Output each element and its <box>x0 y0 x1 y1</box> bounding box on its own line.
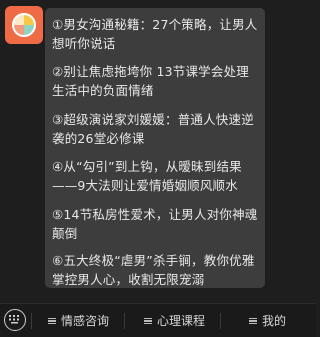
menu-item-1[interactable]: ①男女沟通秘籍：27个策略，让男人想听你说话 <box>52 15 260 53</box>
divider <box>124 313 125 329</box>
tab-label: 我的 <box>262 314 287 328</box>
menu-item-6[interactable]: ⑥五大终极“虐男”杀手锏，教你优雅掌控男人心，收割无限宠溺 <box>52 251 260 288</box>
tab-psychology-courses[interactable]: 心理课程 <box>144 312 205 330</box>
submenu-panel: ①男女沟通秘籍：27个策略，让男人想听你说话 ②别让焦虑拖垮你 13节课学会处理… <box>45 8 265 288</box>
divider <box>220 313 221 329</box>
official-account-avatar[interactable] <box>5 6 43 44</box>
keyboard-icon[interactable] <box>4 309 26 331</box>
divider <box>31 313 32 329</box>
hamburger-icon <box>249 316 257 326</box>
tab-label: 心理课程 <box>157 314 206 328</box>
hamburger-icon <box>48 316 56 326</box>
tab-mine[interactable]: 我的 <box>249 312 286 330</box>
menu-item-3[interactable]: ③超级演说家刘媛媛：普通人快速逆袭的26堂必修课 <box>52 110 260 148</box>
tab-label: 情感咨询 <box>61 314 110 328</box>
tab-emotional-consulting[interactable]: 情感咨询 <box>48 312 109 330</box>
bottom-menu-bar: 情感咨询 心理课程 我的 <box>0 303 316 337</box>
menu-item-5[interactable]: ⑤14节私房性爱术，让男人对你神魂颠倒 <box>52 205 260 243</box>
menu-item-2[interactable]: ②别让焦虑拖垮你 13节课学会处理生活中的负面情绪 <box>52 62 260 100</box>
hamburger-icon <box>144 316 152 326</box>
menu-item-4[interactable]: ④从“勾引”到上钩，从暧昧到结果——9大法则让爱情婚姻顺风顺水 <box>52 157 260 195</box>
logo-icon <box>12 13 36 37</box>
